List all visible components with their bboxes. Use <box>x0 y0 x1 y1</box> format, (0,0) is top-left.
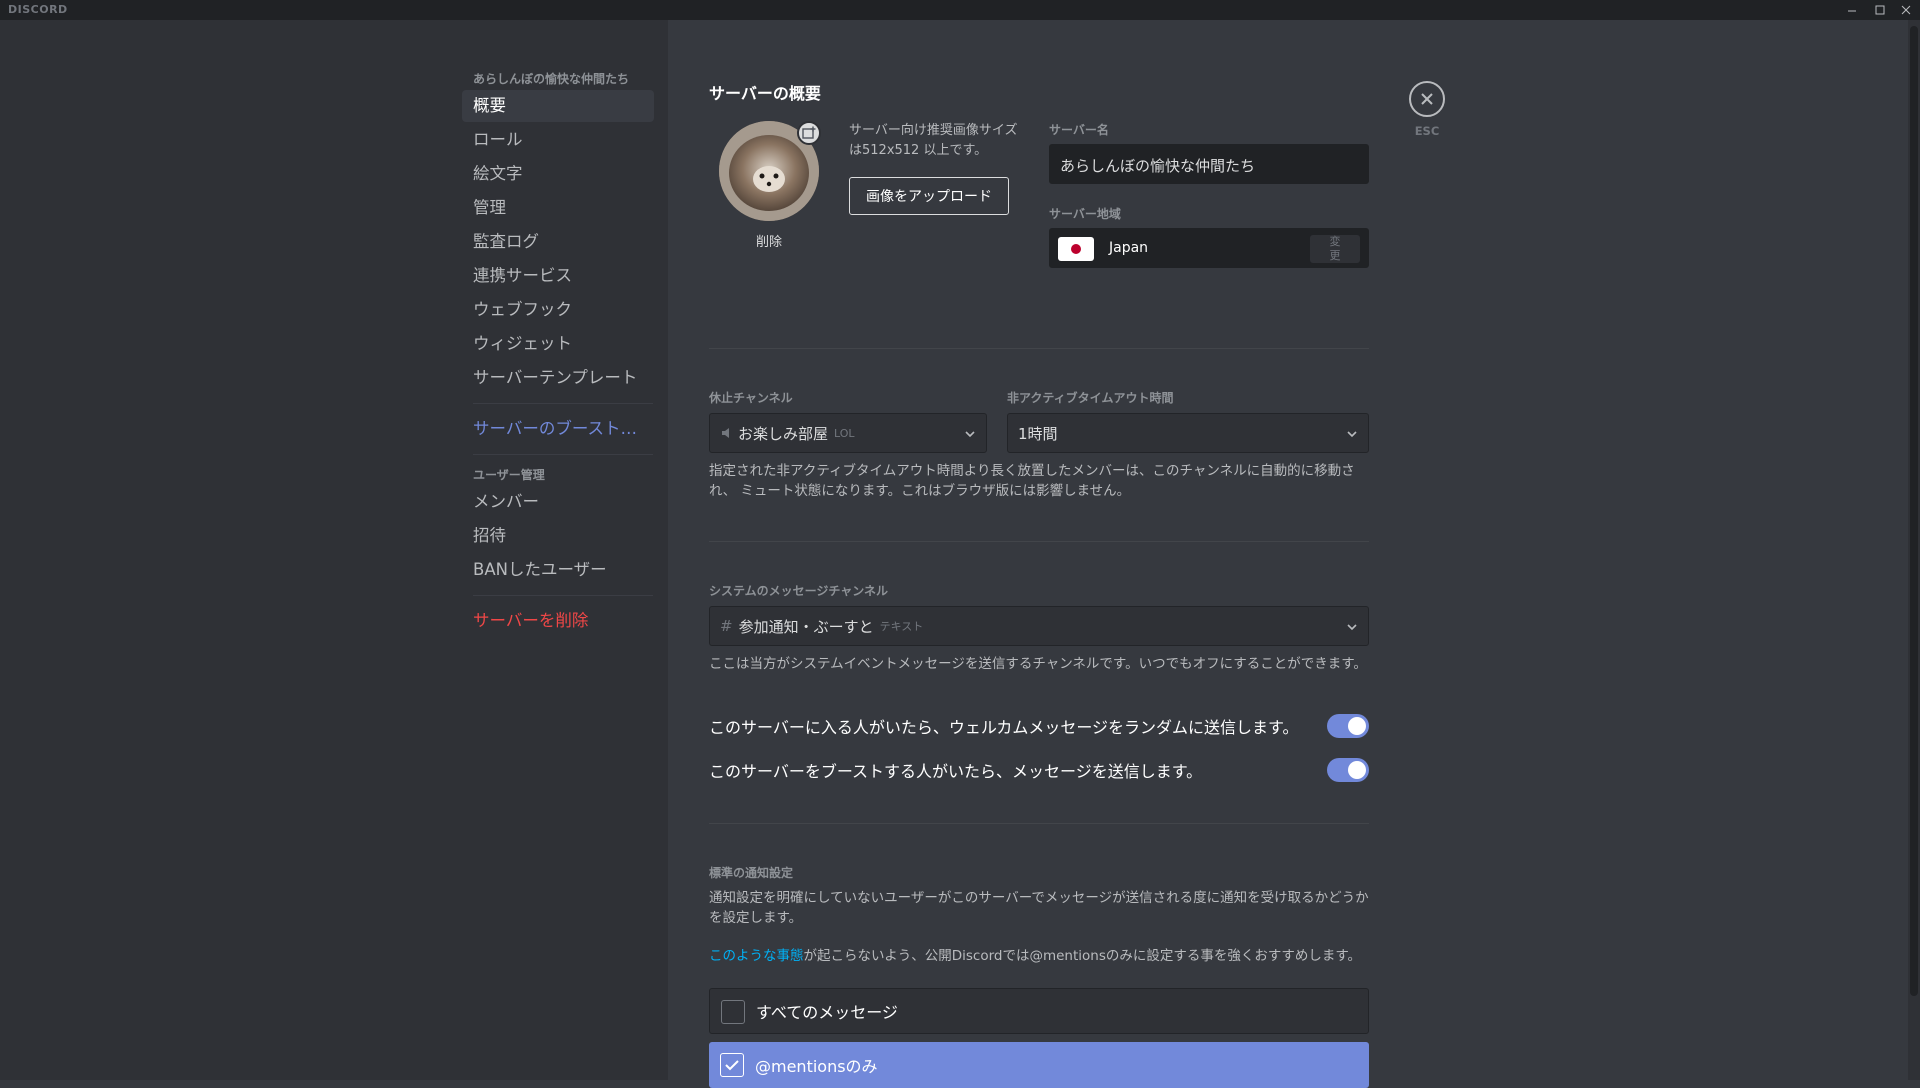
notifications-tip-link[interactable]: このような事態 <box>709 948 804 964</box>
minimize-icon <box>1848 10 1856 12</box>
region-name: Japan <box>1109 240 1149 256</box>
sidebar-divider <box>473 454 653 455</box>
system-channel-label: システムのメッセージチャンネル <box>709 584 889 598</box>
afk-channel-value: お楽しみ部屋 <box>738 424 829 443</box>
page-title: サーバーの概要 <box>709 84 821 103</box>
afk-channel-label: 休止チャンネル <box>709 391 793 405</box>
afk-channel-select[interactable]: お楽しみ部屋 LOL <box>709 413 987 453</box>
sidebar-divider <box>473 403 653 404</box>
sidebar-item-audit-log[interactable]: 監査ログ <box>462 226 654 258</box>
server-overview-panel: サーバーの概要 削除 サーバー向け推奨画像サイズは512x512 以上です。 画… <box>709 80 1369 1088</box>
boost-message-label: このサーバーをブーストする人がいたら、メッセージを送信します。 <box>709 762 1203 781</box>
esc-label: ESC <box>1414 124 1440 138</box>
sidebar-item-moderation[interactable]: 管理 <box>462 192 654 224</box>
server-icon-uploader[interactable] <box>719 121 821 221</box>
close-window-icon <box>1901 5 1911 15</box>
welcome-message-setting: このサーバーに入る人がいたら、ウェルカムメッセージをランダムに送信します。 <box>709 712 1369 740</box>
notifications-tip: このような事態が起こらないよう、公開Discordでは@mentionsのみに設… <box>709 946 1369 966</box>
chevron-down-icon <box>1347 624 1357 631</box>
system-channel-description: ここは当方がシステムイベントメッセージを送信するチャンネルです。いつでもオフにす… <box>709 656 1367 672</box>
settings-sidebar: あらしんぼの愉快な仲間たち 概要 ロール 絵文字 管理 監査ログ 連携サービス … <box>462 68 668 639</box>
sidebar-user-management-header: ユーザー管理 <box>473 468 545 482</box>
notifications-tip-text: が起こらないよう、公開Discordでは@mentionsのみに設定する事を強く… <box>803 948 1362 964</box>
system-channel-value: 参加通知・ぶーすと <box>738 617 874 636</box>
hash-icon: # <box>720 617 733 635</box>
afk-timeout-select[interactable]: 1時間 <box>1007 413 1369 453</box>
app-brand: DISCORD <box>8 3 68 16</box>
speaker-icon <box>722 428 729 438</box>
sidebar-item-server-boost[interactable]: サーバーのブースト状... <box>462 413 654 445</box>
remove-image-link[interactable]: 削除 <box>719 231 819 250</box>
notification-option-all[interactable]: すべてのメッセージ <box>709 988 1369 1034</box>
maximize-icon <box>1875 5 1885 15</box>
server-name-input[interactable]: あらしんぼの愉快な仲間たち <box>1049 144 1369 184</box>
scrollbar-thumb[interactable] <box>1910 26 1918 996</box>
afk-timeout-value: 1時間 <box>1018 424 1058 443</box>
checkmark-icon <box>720 1053 744 1077</box>
server-name-label: サーバー名 <box>1049 123 1109 137</box>
sidebar-item-delete-server[interactable]: サーバーを削除 <box>462 605 654 637</box>
minimize-button[interactable] <box>1838 0 1866 20</box>
afk-channel-tag: LOL <box>834 426 855 440</box>
sidebar-item-emoji[interactable]: 絵文字 <box>462 158 654 190</box>
afk-description: 指定された非アクティブタイムアウト時間より長く放置したメンバーは、このチャンネル… <box>709 463 1355 499</box>
system-channel-tag: テキスト <box>879 620 924 633</box>
japan-flag-icon <box>1058 237 1094 261</box>
server-region-label: サーバー地域 <box>1049 207 1121 221</box>
sidebar-item-invites[interactable]: 招待 <box>462 520 654 552</box>
section-divider <box>709 541 1369 542</box>
boost-message-setting: このサーバーをブーストする人がいたら、メッセージを送信します。 <box>709 756 1369 784</box>
notifications-label: 標準の通知設定 <box>709 866 794 880</box>
sidebar-item-widget[interactable]: ウィジェット <box>462 328 654 360</box>
close-settings-button[interactable] <box>1409 81 1445 117</box>
chevron-down-icon <box>1347 431 1357 438</box>
chevron-down-icon <box>965 431 975 438</box>
add-image-icon <box>797 121 821 145</box>
welcome-message-toggle[interactable] <box>1327 714 1369 738</box>
notification-option-label: @mentionsのみ <box>755 1057 878 1076</box>
close-icon <box>1421 93 1433 105</box>
afk-timeout-label: 非アクティブタイムアウト時間 <box>1007 391 1174 405</box>
sidebar-item-overview[interactable]: 概要 <box>462 90 654 122</box>
boost-message-toggle[interactable] <box>1327 758 1369 782</box>
notification-option-mentions[interactable]: @mentionsのみ <box>709 1042 1369 1088</box>
sidebar-server-header: あらしんぼの愉快な仲間たち <box>473 72 630 86</box>
close-window-button[interactable] <box>1892 0 1920 20</box>
notification-option-label: すべてのメッセージ <box>756 1003 898 1022</box>
section-divider <box>709 348 1369 349</box>
system-channel-select[interactable]: # 参加通知・ぶーすと テキスト <box>709 606 1369 646</box>
sidebar-item-bans[interactable]: BANしたユーザー <box>462 554 654 586</box>
checkbox-unchecked <box>721 1000 745 1024</box>
image-size-hint: サーバー向け推奨画像サイズは512x512 以上です。 <box>849 123 1018 158</box>
sidebar-divider <box>473 595 653 596</box>
upload-image-button[interactable]: 画像をアップロード <box>849 177 1009 215</box>
notifications-description: 通知設定を明確にしていないユーザーがこのサーバーでメッセージが送信される度に通知… <box>709 890 1369 926</box>
server-region-selector: Japan 変更 <box>1049 228 1369 268</box>
section-divider <box>709 823 1369 824</box>
sidebar-item-integrations[interactable]: 連携サービス <box>462 260 654 292</box>
welcome-message-label: このサーバーに入る人がいたら、ウェルカムメッセージをランダムに送信します。 <box>709 718 1299 737</box>
sidebar-item-roles[interactable]: ロール <box>462 124 654 156</box>
sidebar-item-members[interactable]: メンバー <box>462 486 654 518</box>
sidebar-item-webhooks[interactable]: ウェブフック <box>462 294 654 326</box>
title-bar: DISCORD <box>0 0 1920 20</box>
maximize-button[interactable] <box>1866 0 1894 20</box>
sidebar-item-server-template[interactable]: サーバーテンプレート <box>462 362 654 394</box>
change-region-button[interactable]: 変更 <box>1310 235 1360 263</box>
